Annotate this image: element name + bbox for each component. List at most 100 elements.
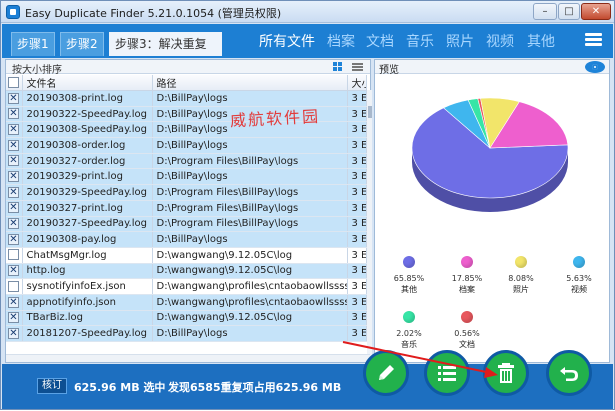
row-checkbox[interactable]: ✕	[6, 216, 23, 233]
row-checkbox[interactable]: ✕	[6, 153, 23, 170]
file-name-cell: 20190327-print.log	[22, 200, 153, 217]
horizontal-scrollbar[interactable]	[6, 354, 370, 362]
legend-percent: 17.85%	[451, 274, 483, 283]
legend-percent: 0.56%	[454, 329, 480, 338]
category-music[interactable]: 音乐	[406, 31, 434, 51]
row-checkbox[interactable]: ✕	[6, 106, 23, 123]
eye-icon[interactable]	[585, 61, 605, 73]
category-other[interactable]: 其他	[527, 31, 555, 51]
edit-button[interactable]	[363, 350, 409, 396]
select-all-checkbox[interactable]	[6, 75, 23, 91]
legend-percent: 5.63%	[566, 274, 592, 283]
checkbox-icon[interactable]: ✕	[8, 155, 19, 167]
table-row[interactable]: ✕ TBarBiz.log D:\wangwang\9.12.05C\log 3 E	[6, 310, 367, 327]
file-path-cell: D:\wangwang\profiles\cntaobaowllssss	[152, 278, 348, 295]
row-checkbox[interactable]: ✕	[6, 137, 23, 154]
undo-button[interactable]	[546, 350, 592, 396]
file-path-cell: D:\BillPay\logs	[152, 168, 348, 186]
category-videos[interactable]: 视频	[486, 31, 514, 51]
checkbox-icon[interactable]: ✕	[8, 108, 19, 120]
top-navigation: 步骤1 步骤2 步骤3：解决重复项 所有文件 档案 文档 音乐 照片 视频 其他	[2, 24, 613, 73]
checkbox-icon[interactable]: ✕	[8, 139, 19, 151]
file-name-cell: 20190308-SpeedPay.log	[22, 121, 153, 139]
table-row[interactable]: ✕ 20190327-print.log D:\Program Files\Bill…	[6, 200, 367, 217]
checkbox-icon[interactable]: ✕	[8, 296, 19, 308]
category-archives[interactable]: 档案	[327, 31, 355, 51]
grid-view-icon[interactable]	[333, 62, 343, 72]
row-checkbox[interactable]: ✕	[6, 121, 23, 139]
checkbox-icon[interactable]: ✕	[8, 92, 19, 104]
checkbox-icon[interactable]: ✕	[8, 186, 19, 198]
legend-item: 8.08% 照片	[501, 256, 541, 295]
row-checkbox[interactable]: ✕	[6, 184, 23, 201]
row-checkbox[interactable]: ✕	[6, 294, 23, 311]
checkbox-icon[interactable]: ✕	[8, 312, 19, 324]
column-header-name[interactable]: 文件名	[22, 75, 153, 91]
row-checkbox[interactable]: ✕	[6, 325, 23, 342]
table-row[interactable]: ✕ 20190329-SpeedPay.log D:\Program Files\B…	[6, 184, 367, 201]
checkbox-icon[interactable]	[8, 280, 19, 292]
list-button[interactable]	[424, 350, 470, 396]
window-title: Easy Duplicate Finder 5.21.0.1054 (管理员权限…	[25, 7, 282, 20]
tab-step3[interactable]: 步骤3：解决重复项	[109, 32, 222, 73]
file-name-cell: 20190327-order.log	[22, 153, 153, 170]
delete-button[interactable]	[483, 350, 529, 396]
table-row[interactable]: ✕ http.log D:\wangwang\9.12.05C\log 3 E	[6, 263, 367, 280]
status-badge[interactable]: 核订	[37, 378, 67, 394]
checkbox-icon[interactable]: ✕	[8, 171, 19, 183]
column-header-path[interactable]: 路径	[152, 75, 348, 91]
row-checkbox[interactable]: ✕	[6, 168, 23, 186]
category-photos[interactable]: 照片	[446, 31, 474, 51]
legend-color-dot	[403, 311, 415, 323]
table-row[interactable]: sysnotifyinfoEx.json D:\wangwang\profiles…	[6, 278, 367, 295]
checkbox-icon[interactable]: ✕	[8, 123, 19, 135]
list-view-icon[interactable]	[352, 63, 363, 72]
close-button[interactable]: ✕	[581, 3, 611, 20]
legend-item: 17.85% 档案	[447, 256, 487, 295]
checkbox-icon[interactable]: ✕	[8, 233, 19, 245]
checkbox-icon[interactable]: ✕	[8, 265, 19, 277]
hamburger-menu-icon[interactable]	[585, 33, 602, 47]
table-row[interactable]: ✕ 20190329-print.log D:\BillPay\logs 3 E	[6, 168, 367, 186]
table-row[interactable]: ChatMsgMgr.log D:\wangwang\9.12.05C\log 3 …	[6, 247, 367, 264]
table-row[interactable]: ✕ 20190308-order.log D:\BillPay\logs 3 E	[6, 137, 367, 154]
preview-header: 预览	[375, 60, 609, 76]
row-checkbox[interactable]	[6, 278, 23, 295]
column-header-size[interactable]: 大小	[347, 75, 367, 91]
sort-by-size-label[interactable]: 按大小排序	[12, 61, 62, 76]
file-path-cell: D:\wangwang\profiles\cntaobaowllssss	[152, 294, 348, 311]
checkbox-icon[interactable]: ✕	[8, 202, 19, 214]
vertical-scrollbar[interactable]	[367, 90, 372, 360]
selected-size-text: 625.96 MB 选中	[74, 381, 166, 394]
checkbox-icon[interactable]: ✕	[8, 218, 19, 230]
category-all-files[interactable]: 所有文件	[259, 31, 315, 51]
row-checkbox[interactable]	[6, 247, 23, 264]
scrollbar-thumb[interactable]	[368, 106, 372, 118]
status-bar: 核订 625.96 MB 选中 发现6585重复项占用625.96 MB	[2, 350, 613, 409]
category-documents[interactable]: 文档	[366, 31, 394, 51]
checkbox-icon[interactable]	[8, 249, 19, 261]
table-row[interactable]: ✕ appnotifyinfo.json D:\wangwang\profiles\…	[6, 294, 367, 311]
row-checkbox[interactable]: ✕	[6, 310, 23, 327]
tab-step1[interactable]: 步骤1	[11, 32, 55, 56]
table-row[interactable]: ✕ 20181207-SpeedPay.log D:\BillPay\logs 3 E	[6, 325, 367, 342]
table-row[interactable]: ✕ 20190327-SpeedPay.log D:\Program Files\B…	[6, 216, 367, 233]
maximize-button[interactable]: □	[558, 3, 580, 20]
pencil-icon	[379, 365, 394, 380]
row-checkbox[interactable]: ✕	[6, 90, 23, 107]
legend-label: 照片	[513, 285, 529, 294]
row-checkbox[interactable]: ✕	[6, 231, 23, 248]
tab-step2[interactable]: 步骤2	[60, 32, 104, 56]
file-path-cell: D:\BillPay\logs	[152, 137, 348, 154]
table-row[interactable]: ✕ 20190327-order.log D:\Program Files\Bill…	[6, 153, 367, 170]
checkbox-icon[interactable]: ✕	[8, 327, 19, 339]
row-checkbox[interactable]: ✕	[6, 263, 23, 280]
minimize-button[interactable]: –	[533, 3, 557, 20]
table-row[interactable]: ✕ 20190308-pay.log D:\BillPay\logs 3 E	[6, 231, 367, 248]
file-name-cell: ChatMsgMgr.log	[22, 247, 153, 264]
row-checkbox[interactable]: ✕	[6, 200, 23, 217]
pie-chart	[411, 97, 569, 212]
file-size-cell: 3 E	[347, 137, 367, 154]
file-name-cell: http.log	[22, 263, 153, 280]
file-size-cell: 3 E	[347, 121, 367, 139]
